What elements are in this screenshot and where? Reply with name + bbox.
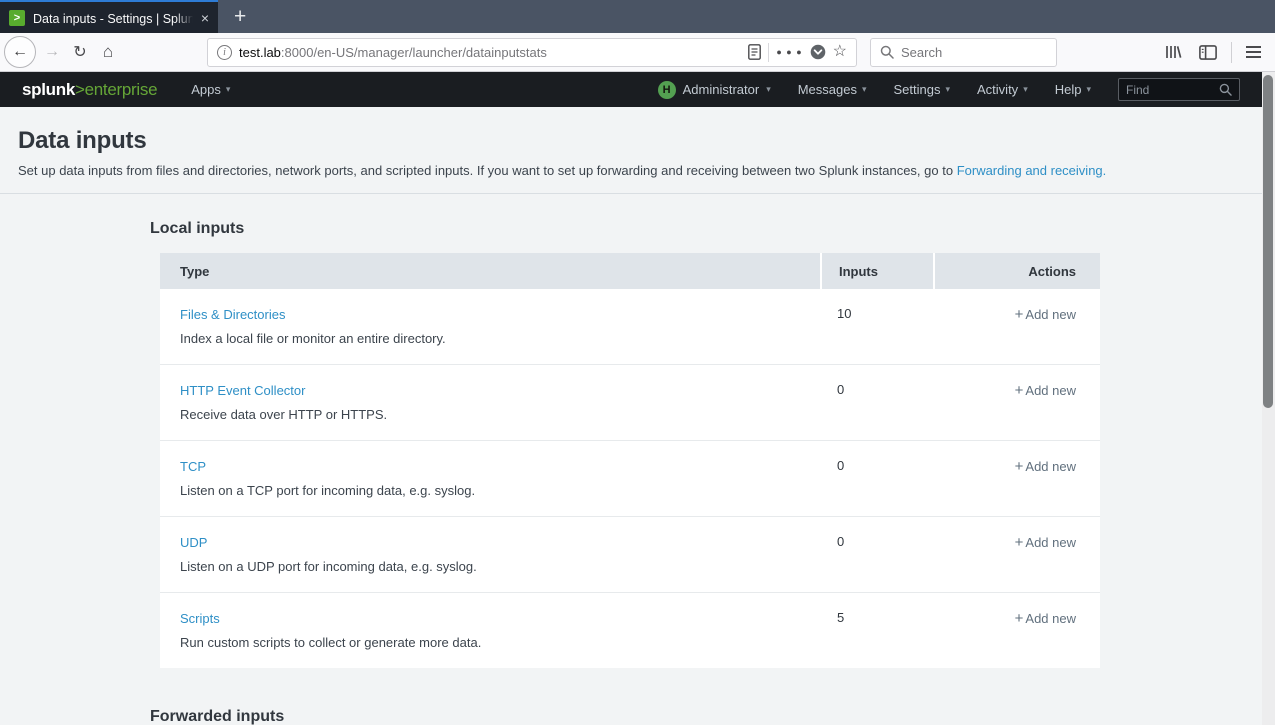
table-row: TCP Listen on a TCP port for incoming da… bbox=[160, 441, 1100, 517]
tcp-link[interactable]: TCP bbox=[180, 459, 206, 474]
scrollbar-thumb[interactable] bbox=[1263, 75, 1273, 408]
messages-menu[interactable]: Messages ▾ bbox=[798, 82, 867, 97]
new-tab-button[interactable]: + bbox=[234, 5, 246, 29]
search-icon bbox=[880, 45, 894, 59]
tab-close-icon[interactable]: × bbox=[201, 11, 209, 25]
back-button[interactable]: ← bbox=[4, 36, 36, 68]
url-host: test.lab bbox=[239, 44, 281, 60]
settings-menu[interactable]: Settings ▾ bbox=[894, 82, 951, 97]
column-header-inputs: Inputs bbox=[820, 253, 933, 289]
pocket-icon[interactable] bbox=[810, 44, 826, 60]
plus-icon: + bbox=[1014, 610, 1024, 627]
menu-hamburger-icon[interactable] bbox=[1246, 46, 1261, 58]
browser-tab-bar: > Data inputs - Settings | Splun × + bbox=[0, 0, 1275, 33]
forwarded-inputs-heading: Forwarded inputs bbox=[150, 708, 285, 725]
avatar: H bbox=[657, 80, 676, 99]
search-placeholder: Search bbox=[901, 44, 943, 60]
sidebar-toggle-icon[interactable] bbox=[1199, 44, 1217, 60]
row-description: Index a local file or monitor an entire … bbox=[180, 331, 446, 346]
chevron-down-icon: ▾ bbox=[225, 84, 231, 94]
splunk-navbar: splunk>enterprise Apps ▾ H Administrator… bbox=[0, 72, 1262, 107]
refresh-button[interactable]: ↻ bbox=[66, 38, 94, 66]
page-actions-icon[interactable]: ● ● ● bbox=[776, 47, 802, 57]
http-event-collector-link[interactable]: HTTP Event Collector bbox=[180, 383, 305, 398]
page-title: Data inputs bbox=[18, 127, 147, 154]
row-description: Listen on a TCP port for incoming data, … bbox=[180, 483, 476, 498]
table-header-row: Type Inputs Actions bbox=[160, 253, 1100, 289]
library-icon[interactable] bbox=[1164, 44, 1183, 60]
udp-link[interactable]: UDP bbox=[180, 535, 207, 550]
add-new-button[interactable]: + Add new bbox=[1014, 306, 1076, 323]
row-description: Listen on a UDP port for incoming data, … bbox=[180, 559, 477, 574]
row-input-count: 10 bbox=[837, 306, 852, 321]
activity-menu[interactable]: Activity ▾ bbox=[977, 82, 1028, 97]
add-new-button[interactable]: + Add new bbox=[1014, 382, 1076, 399]
chevron-down-icon: ▾ bbox=[861, 84, 867, 94]
scripts-link[interactable]: Scripts bbox=[180, 611, 220, 626]
reader-mode-icon[interactable] bbox=[748, 44, 762, 60]
user-menu-administrator[interactable]: H Administrator ▾ bbox=[657, 80, 771, 99]
add-new-button[interactable]: + Add new bbox=[1014, 534, 1076, 551]
browser-toolbar: ← → ↻ ⌂ i test.lab:8000/en-US/manager/la… bbox=[0, 33, 1275, 72]
chevron-down-icon: ▾ bbox=[1086, 84, 1091, 94]
apps-menu[interactable]: Apps ▾ bbox=[191, 82, 230, 97]
splunk-favicon-icon: > bbox=[9, 9, 25, 26]
row-description: Receive data over HTTP or HTTPS. bbox=[180, 407, 388, 422]
row-input-count: 5 bbox=[837, 610, 845, 625]
add-new-button[interactable]: + Add new bbox=[1014, 610, 1076, 627]
site-info-icon[interactable]: i bbox=[217, 44, 232, 60]
find-input[interactable]: Find bbox=[1118, 78, 1240, 101]
row-input-count: 0 bbox=[837, 382, 845, 397]
home-button[interactable]: ⌂ bbox=[94, 38, 122, 66]
table-row: Files & Directories Index a local file o… bbox=[160, 289, 1100, 365]
plus-icon: + bbox=[1014, 382, 1024, 399]
urlbar-divider bbox=[768, 42, 770, 62]
url-text[interactable]: test.lab:8000/en-US/manager/launcher/dat… bbox=[239, 45, 741, 60]
files-directories-link[interactable]: Files & Directories bbox=[180, 307, 285, 322]
table-row: UDP Listen on a UDP port for incoming da… bbox=[160, 517, 1100, 593]
forwarding-and-receiving-link[interactable]: Forwarding and receiving. bbox=[957, 163, 1107, 178]
tab-title: Data inputs - Settings | Splun bbox=[33, 11, 193, 26]
page-header: Data inputs Set up data inputs from file… bbox=[0, 107, 1262, 194]
chevron-down-icon: ▾ bbox=[945, 84, 951, 94]
column-header-actions: Actions bbox=[933, 253, 1100, 289]
row-description: Run custom scripts to collect or generat… bbox=[180, 635, 482, 650]
add-new-button[interactable]: + Add new bbox=[1014, 458, 1076, 475]
row-input-count: 0 bbox=[837, 458, 845, 473]
plus-icon: + bbox=[1014, 306, 1024, 323]
help-menu[interactable]: Help ▾ bbox=[1055, 82, 1091, 97]
table-row: Scripts Run custom scripts to collect or… bbox=[160, 593, 1100, 668]
browser-search-bar[interactable]: Search bbox=[870, 37, 1057, 67]
find-search-icon bbox=[1219, 83, 1232, 96]
page-description: Set up data inputs from files and direct… bbox=[18, 163, 1107, 178]
bookmark-star-icon[interactable]: ☆ bbox=[833, 44, 847, 60]
plus-icon: + bbox=[1014, 534, 1024, 551]
row-input-count: 0 bbox=[837, 534, 845, 549]
url-path: :8000/en-US/manager/launcher/datainputst… bbox=[280, 44, 547, 60]
column-header-type: Type bbox=[180, 263, 210, 279]
splunk-logo[interactable]: splunk>enterprise bbox=[22, 80, 158, 100]
forward-button[interactable]: → bbox=[38, 38, 66, 66]
url-bar[interactable]: i test.lab:8000/en-US/manager/launcher/d… bbox=[207, 37, 857, 67]
chevron-down-icon: ▾ bbox=[1023, 84, 1028, 94]
table-row: HTTP Event Collector Receive data over H… bbox=[160, 365, 1100, 441]
toolbar-divider bbox=[1231, 41, 1232, 63]
chevron-down-icon: ▾ bbox=[766, 84, 771, 94]
plus-icon: + bbox=[1014, 458, 1024, 475]
local-inputs-table: Type Inputs Actions Files & Directories … bbox=[160, 253, 1100, 668]
browser-tab-active[interactable]: > Data inputs - Settings | Splun × bbox=[0, 0, 218, 33]
page-viewport: splunk>enterprise Apps ▾ H Administrator… bbox=[0, 72, 1262, 725]
page-scrollbar[interactable] bbox=[1262, 72, 1275, 725]
data-inputs-page: Data inputs Set up data inputs from file… bbox=[0, 107, 1262, 725]
local-inputs-heading: Local inputs bbox=[150, 220, 245, 237]
